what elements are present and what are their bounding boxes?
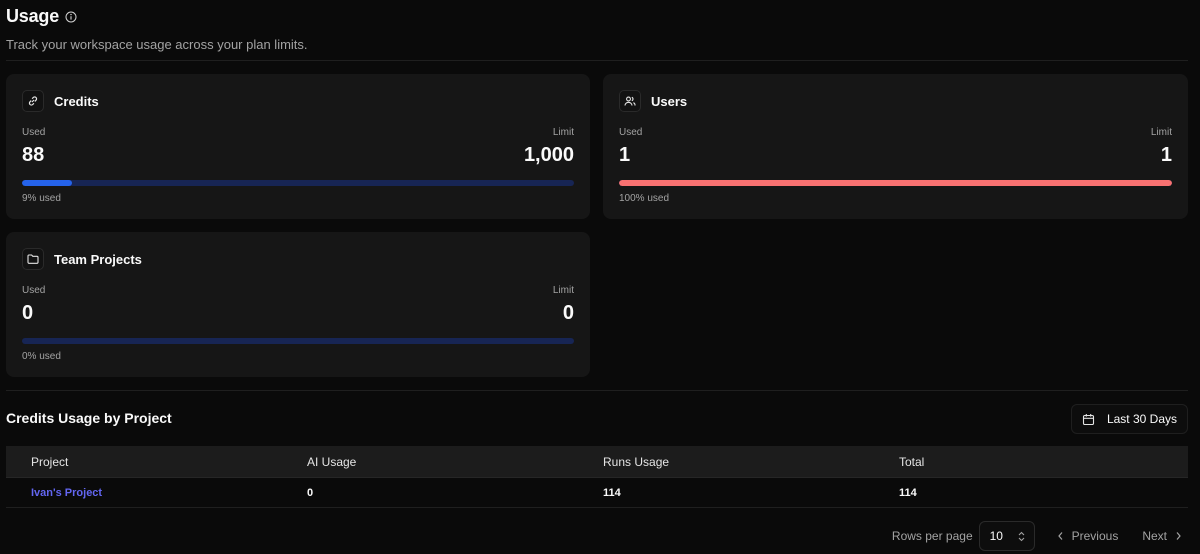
users-used-label: Used bbox=[619, 127, 643, 138]
users-limit-label: Limit bbox=[1150, 127, 1172, 138]
credits-progress-fill bbox=[22, 180, 72, 186]
chevron-up-down-icon bbox=[1017, 531, 1026, 542]
team-projects-used-value: 0 bbox=[22, 302, 34, 324]
link-icon bbox=[22, 90, 44, 112]
chevron-left-icon bbox=[1057, 531, 1064, 541]
previous-page-button[interactable]: Previous bbox=[1057, 529, 1119, 543]
rows-per-page-select[interactable]: 10 bbox=[978, 521, 1035, 551]
project-link[interactable]: Ivan's Project bbox=[31, 487, 102, 499]
credits-limit-label: Limit bbox=[552, 127, 574, 138]
page-header: Usage Track your workspace usage across … bbox=[6, 6, 308, 52]
folder-icon bbox=[22, 248, 44, 270]
table-row: Ivan's Project 0 114 114 bbox=[6, 478, 1188, 508]
credits-usage-table: Project AI Usage Runs Usage Total Ivan's… bbox=[6, 446, 1188, 508]
runs-usage-cell: 114 bbox=[603, 486, 621, 499]
chevron-right-icon bbox=[1175, 531, 1182, 541]
team-projects-percent-text: 0% used bbox=[22, 351, 61, 362]
team-projects-used-label: Used bbox=[22, 285, 46, 296]
credits-card-header: Credits bbox=[22, 90, 99, 112]
team-projects-progress-bar bbox=[22, 338, 574, 344]
total-cell: 114 bbox=[899, 486, 917, 499]
team-projects-card-title: Team Projects bbox=[54, 251, 142, 267]
previous-label: Previous bbox=[1071, 529, 1119, 543]
users-card-header: Users bbox=[619, 90, 687, 112]
users-card: Users Used Limit 1 1 100% used bbox=[603, 74, 1188, 219]
team-projects-card: Team Projects Used Limit 0 0 0% used bbox=[6, 232, 590, 377]
team-projects-limit-label: Limit bbox=[552, 285, 574, 296]
column-header-project[interactable]: Project bbox=[6, 455, 307, 469]
credits-card: Credits Used Limit 88 1,000 9% used bbox=[6, 74, 590, 219]
credits-usage-title: Credits Usage by Project bbox=[6, 410, 172, 426]
column-header-total[interactable]: Total bbox=[899, 455, 1188, 469]
table-header-row: Project AI Usage Runs Usage Total bbox=[6, 446, 1188, 478]
date-range-label: Last 30 Days bbox=[1106, 412, 1177, 426]
credits-card-title: Credits bbox=[54, 93, 99, 109]
users-progress-bar bbox=[619, 180, 1172, 186]
users-card-title: Users bbox=[651, 93, 688, 109]
users-percent-text: 100% used bbox=[619, 193, 670, 204]
credits-limit-value: 1,000 bbox=[523, 144, 574, 166]
section-divider bbox=[6, 390, 1188, 391]
users-used-value: 1 bbox=[619, 144, 631, 166]
users-progress-fill bbox=[619, 180, 1172, 186]
title-row: Usage bbox=[6, 6, 308, 27]
rows-per-page-label: Rows per page bbox=[891, 529, 973, 543]
ai-usage-cell: 0 bbox=[307, 486, 314, 499]
next-label: Next bbox=[1142, 529, 1167, 543]
calendar-icon bbox=[1082, 413, 1095, 426]
credits-used-value: 88 bbox=[22, 144, 45, 166]
project-cell: Ivan's Project bbox=[6, 487, 307, 499]
header-divider bbox=[6, 60, 1188, 61]
info-icon[interactable] bbox=[65, 11, 77, 23]
page-subtitle: Track your workspace usage across your p… bbox=[6, 37, 308, 52]
team-projects-limit-value: 0 bbox=[562, 302, 574, 324]
pagination: Rows per page 10 Previous Next bbox=[892, 521, 1182, 551]
credits-used-label: Used bbox=[22, 127, 46, 138]
date-range-button[interactable]: Last 30 Days bbox=[1070, 404, 1188, 434]
page-title: Usage bbox=[6, 6, 60, 26]
column-header-ai-usage[interactable]: AI Usage bbox=[307, 455, 603, 469]
users-limit-value: 1 bbox=[1160, 144, 1172, 166]
team-projects-card-header: Team Projects bbox=[22, 248, 142, 270]
column-header-runs-usage[interactable]: Runs Usage bbox=[603, 455, 899, 469]
users-icon bbox=[619, 90, 641, 112]
credits-percent-text: 9% used bbox=[22, 193, 61, 204]
credits-progress-bar bbox=[22, 180, 574, 186]
next-page-button[interactable]: Next bbox=[1142, 529, 1182, 543]
rows-per-page-value: 10 bbox=[989, 529, 1003, 543]
